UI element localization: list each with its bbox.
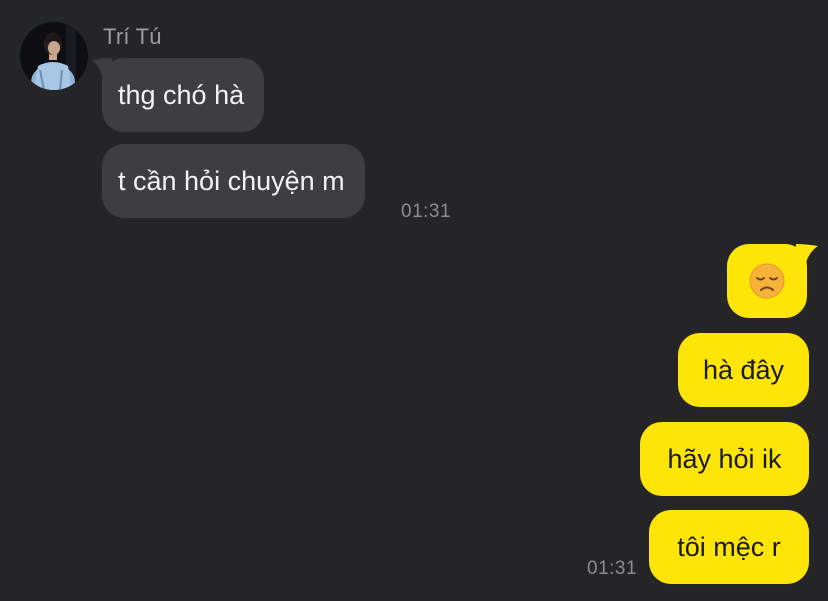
incoming-message-bubble[interactable]: thg chó hà xyxy=(102,58,265,132)
message-text: hà đây xyxy=(702,354,785,385)
incoming-message-time: 01:31 xyxy=(401,201,452,222)
message-text: thg chó hà xyxy=(118,79,245,110)
message-text: t cần hỏi chuyện m xyxy=(118,165,345,196)
outgoing-message-bubble[interactable]: hãy hỏi ik xyxy=(640,422,809,496)
chat-conversation: Trí Tú thg chó hà t cần hỏi chuyện m 01:… xyxy=(0,0,828,601)
outgoing-message-time: 01:31 xyxy=(587,558,638,579)
sender-name: Trí Tú xyxy=(103,24,162,49)
outgoing-message-bubble[interactable]: hà đây xyxy=(678,333,809,407)
avatar-photo xyxy=(20,22,88,90)
message-text: tôi mệc r xyxy=(677,531,781,562)
message-text: hãy hỏi ik xyxy=(667,443,782,474)
disappointed-face-icon xyxy=(749,263,785,299)
outgoing-message-bubble[interactable]: tôi mệc r xyxy=(649,510,809,584)
outgoing-message-bubble[interactable]: 😞 xyxy=(727,244,807,318)
contact-avatar[interactable] xyxy=(20,22,88,90)
incoming-message-bubble[interactable]: t cần hỏi chuyện m xyxy=(102,144,365,218)
